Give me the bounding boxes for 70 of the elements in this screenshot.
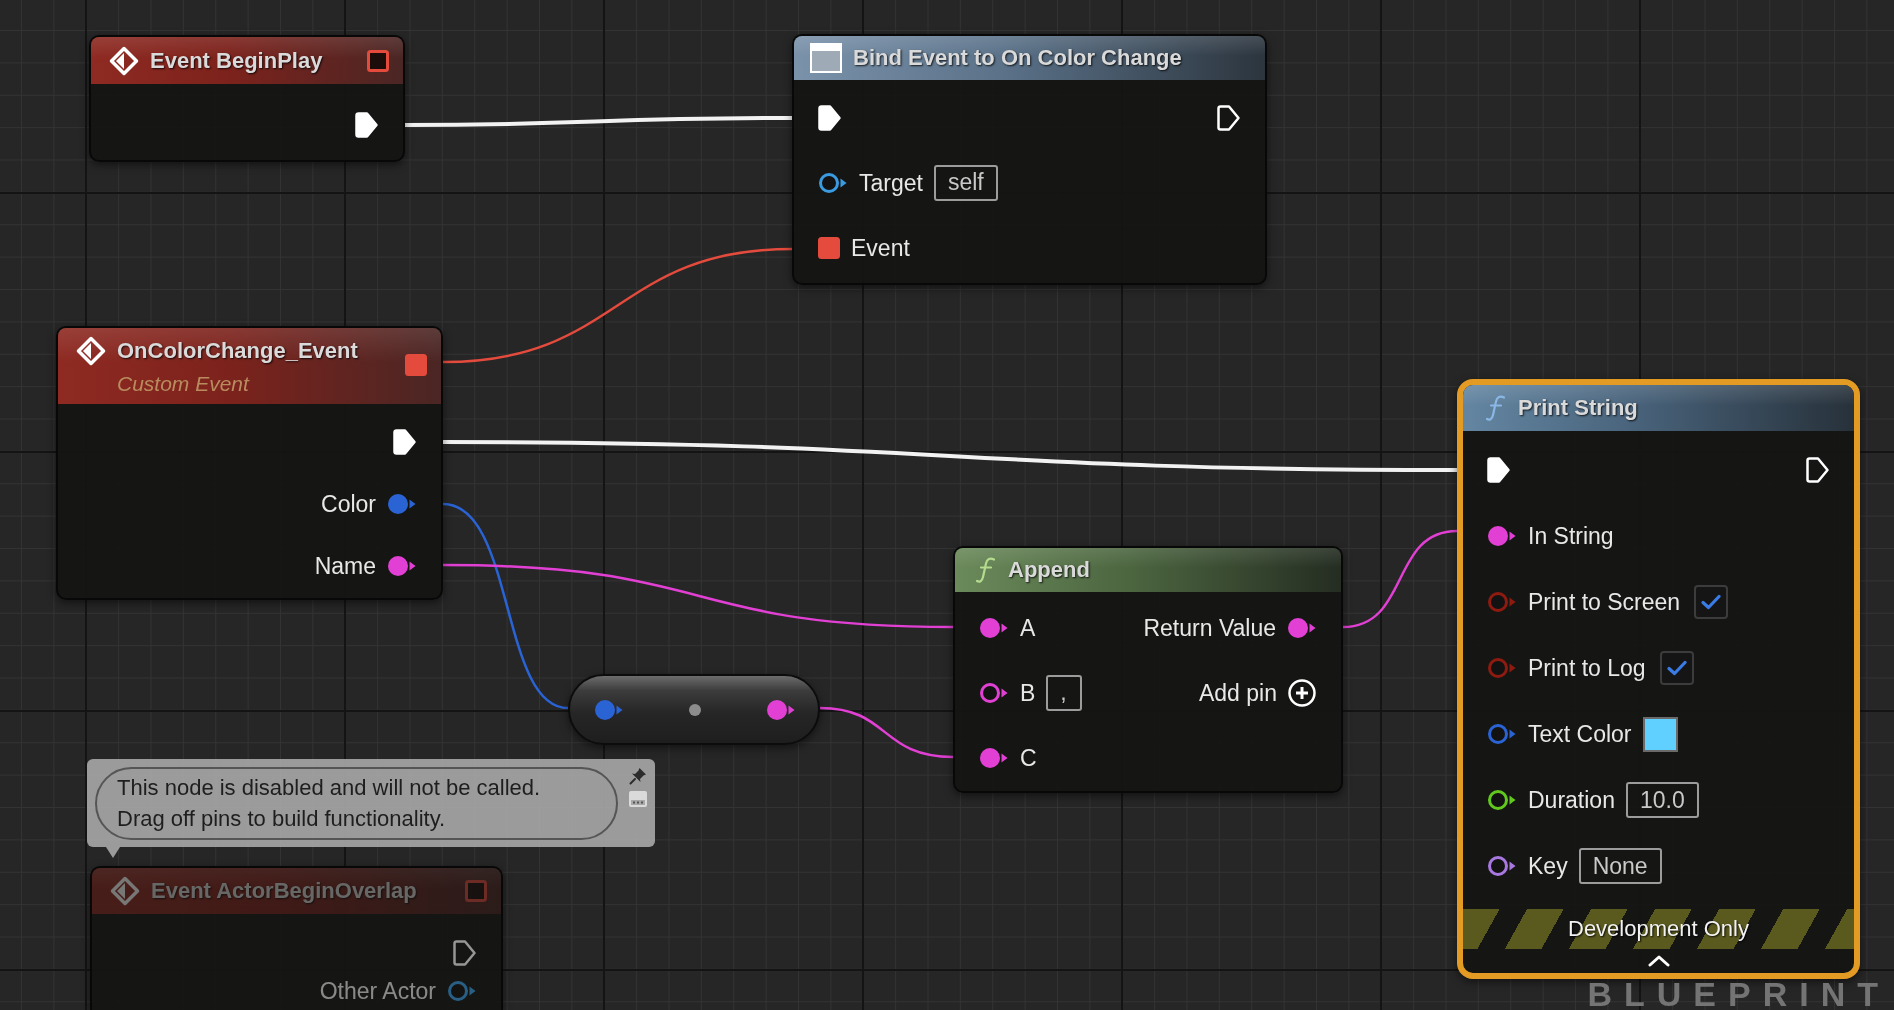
- checkbox[interactable]: [1659, 651, 1694, 685]
- pin-label: Key: [1528, 852, 1568, 880]
- pin-label: A: [1020, 613, 1036, 642]
- delegate-pin-icon[interactable]: [367, 49, 389, 72]
- data-pin-icon[interactable]: [979, 681, 1009, 704]
- data-pin-icon[interactable]: [1487, 789, 1517, 811]
- function-icon: [1485, 394, 1507, 422]
- data-pin-icon[interactable]: [979, 746, 1009, 769]
- function-node[interactable]: Print String In String Print to Screen Print to Log Text Color Duration 10.0 Key None Development Only: [1457, 379, 1860, 979]
- graph-type-label: BLUEPRINT: [1587, 980, 1890, 1008]
- data-pin-icon[interactable]: [1487, 525, 1517, 547]
- data-pin-icon[interactable]: [979, 616, 1009, 639]
- node-title: Bind Event to On Color Change: [853, 44, 1182, 72]
- exec-pin-icon[interactable]: [818, 103, 842, 132]
- pin-label: B: [1020, 678, 1036, 707]
- pin-label: In String: [1528, 522, 1614, 550]
- checkbox[interactable]: [1694, 585, 1729, 619]
- event-diamond-icon: [109, 45, 139, 76]
- function-node[interactable]: Bind Event to On Color Change Target self Event: [792, 34, 1267, 285]
- value-field[interactable]: ,: [1046, 674, 1083, 711]
- window-icon: [810, 43, 842, 73]
- conversion-node[interactable]: [568, 674, 820, 745]
- value-field[interactable]: None: [1578, 848, 1662, 884]
- node-title: OnColorChange_Event: [117, 337, 358, 365]
- pin-icon[interactable]: [629, 767, 647, 785]
- node-title: Append: [1008, 556, 1090, 584]
- data-pin-icon[interactable]: [766, 698, 796, 721]
- panel-icon[interactable]: [629, 791, 647, 807]
- value-field[interactable]: self: [933, 164, 998, 201]
- check-icon: [1701, 594, 1722, 610]
- node-subtitle: Custom Event: [117, 371, 251, 397]
- pin-label: Print to Log: [1528, 654, 1646, 682]
- pin-label: C: [1020, 743, 1037, 772]
- pin-label: Name: [314, 552, 376, 580]
- exec-pin-icon[interactable]: [355, 111, 379, 139]
- data-pin-icon[interactable]: [818, 171, 848, 194]
- swatch-icon[interactable]: [1642, 716, 1678, 752]
- data-pin-icon[interactable]: [387, 555, 417, 577]
- pin-label: Color: [321, 490, 376, 518]
- event-node[interactable]: Event BeginPlay: [89, 35, 405, 162]
- plus-icon: [1287, 677, 1317, 708]
- data-pin-icon[interactable]: [1487, 855, 1517, 877]
- add-pin-button[interactable]: Add pin: [1199, 677, 1317, 708]
- event-diamond-icon: [110, 876, 140, 906]
- pin-label: Text Color: [1528, 720, 1632, 748]
- function-icon: [975, 556, 997, 584]
- pin-label: Return Value: [1143, 613, 1276, 642]
- pin-label: Print to Screen: [1528, 588, 1681, 616]
- value-field[interactable]: 10.0: [1625, 782, 1699, 818]
- data-pin-icon[interactable]: [1287, 616, 1317, 639]
- pin-label: Duration: [1528, 786, 1615, 814]
- delegate-pin-icon[interactable]: [818, 236, 840, 259]
- event-diamond-icon: [76, 336, 106, 366]
- comment-text: This node is disabled and will not be called. Drag off pins to build functionality.: [95, 766, 618, 840]
- development-only-banner: Development Only: [1463, 909, 1854, 949]
- exec-pin-icon[interactable]: [393, 428, 417, 456]
- pin-label: Target: [859, 168, 923, 197]
- node-title: Print String: [1518, 394, 1638, 422]
- event-node[interactable]: OnColorChange_Event Custom Event Color Name: [56, 326, 443, 600]
- dot-icon: [689, 703, 701, 716]
- exec-pin-icon[interactable]: [1217, 103, 1241, 132]
- exec-pin-icon[interactable]: [1806, 456, 1830, 484]
- check-icon: [1666, 660, 1687, 676]
- chevron-up-icon[interactable]: [1647, 955, 1670, 967]
- node-title: Event BeginPlay: [150, 46, 323, 75]
- exec-pin-icon[interactable]: [1487, 456, 1511, 484]
- function-node[interactable]: Append A Return Value B , Add pin C: [953, 546, 1343, 793]
- pin-label: Event: [851, 233, 910, 262]
- pin-label: Other Actor: [319, 977, 436, 1005]
- node-title: Event ActorBeginOverlap: [151, 877, 417, 905]
